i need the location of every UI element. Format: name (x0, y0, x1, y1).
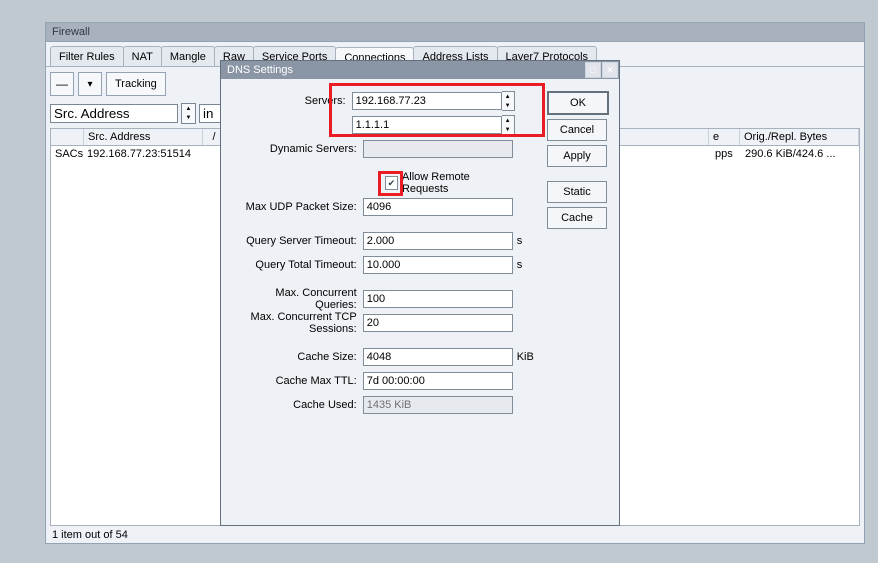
label-cache-max-ttl: Cache Max TTL: (235, 375, 363, 387)
chevron-down-icon: ▼ (502, 125, 514, 134)
row-query-server-timeout: Query Server Timeout: s (235, 231, 537, 251)
label-max-udp: Max UDP Packet Size: (235, 201, 363, 213)
row-servers-1: Servers: ▲▼ (235, 91, 537, 111)
unit-seconds: s (513, 235, 537, 247)
chevron-down-icon: ▼ (502, 101, 514, 110)
row-max-concurrent-tcp: Max. Concurrent TCP Sessions: (235, 313, 537, 333)
dns-body: Servers: ▲▼ ▲▼ Dynamic Se (221, 79, 619, 531)
dynamic-servers-input (363, 140, 513, 158)
dns-titlebar[interactable]: DNS Settings □ ✕ (221, 61, 619, 79)
label-max-concurrent-tcp: Max. Concurrent TCP Sessions: (235, 311, 363, 335)
th-blank[interactable] (51, 129, 84, 145)
th-e[interactable]: e (709, 129, 740, 145)
chevron-up-icon: ▲ (502, 92, 514, 101)
servers-input-2[interactable] (352, 116, 502, 134)
cache-button[interactable]: Cache (547, 207, 607, 229)
row-max-concurrent-queries: Max. Concurrent Queries: (235, 289, 537, 309)
static-button[interactable]: Static (547, 181, 607, 203)
label-allow-remote: Allow Remote Requests (402, 171, 509, 195)
query-total-timeout-input[interactable] (363, 256, 513, 274)
row-max-udp: Max UDP Packet Size: (235, 197, 537, 217)
row-allow-remote: ✔ Allow Remote Requests (235, 173, 537, 193)
th-src-address[interactable]: Src. Address (84, 129, 203, 145)
max-concurrent-tcp-input[interactable] (363, 314, 513, 332)
funnel-icon: ▾ (87, 79, 92, 90)
dns-form: Servers: ▲▼ ▲▼ Dynamic Se (235, 91, 537, 419)
label-cache-size: Cache Size: (235, 351, 363, 363)
label-cache-used: Cache Used: (235, 399, 363, 411)
dns-settings-dialog: DNS Settings □ ✕ Servers: ▲▼ (220, 60, 620, 526)
row-query-total-timeout: Query Total Timeout: s (235, 255, 537, 275)
tab-nat[interactable]: NAT (123, 46, 162, 66)
cell-src: 192.168.77.23:51514 (83, 146, 215, 162)
servers-input-1[interactable] (352, 92, 502, 110)
chevron-down-icon: ▼ (182, 114, 195, 124)
apply-button[interactable]: Apply (547, 145, 607, 167)
row-cache-used: Cache Used: (235, 395, 537, 415)
close-icon: ✕ (606, 66, 614, 75)
unit-seconds: s (513, 259, 537, 271)
tracking-button[interactable]: Tracking (106, 72, 166, 96)
tab-filter-rules[interactable]: Filter Rules (50, 46, 124, 66)
row-servers-2: ▲▼ (235, 115, 537, 135)
chevron-up-icon: ▲ (182, 104, 195, 114)
label-servers: Servers: (235, 95, 352, 107)
cell-bytes: 290.6 KiB/424.6 ... (741, 146, 859, 162)
cache-max-ttl-input[interactable] (363, 372, 513, 390)
filter-field-select[interactable] (50, 104, 178, 123)
ok-button[interactable]: OK (547, 91, 609, 115)
label-dynamic-servers: Dynamic Servers: (235, 143, 363, 155)
servers-stepper-1[interactable]: ▲▼ (502, 91, 515, 111)
tab-mangle[interactable]: Mangle (161, 46, 215, 66)
minus-icon: — (56, 77, 68, 91)
square-icon: □ (590, 66, 595, 75)
label-query-server-timeout: Query Server Timeout: (235, 235, 363, 247)
servers-stepper-2[interactable]: ▲▼ (502, 115, 515, 135)
query-server-timeout-input[interactable] (363, 232, 513, 250)
firewall-title: Firewall (46, 23, 864, 42)
close-button[interactable]: ✕ (602, 62, 618, 78)
allow-remote-checkbox[interactable]: ✔ (385, 176, 398, 190)
label-query-total-timeout: Query Total Timeout: (235, 259, 363, 271)
label-max-concurrent-queries: Max. Concurrent Queries: (235, 287, 363, 311)
unit-kib: KiB (513, 351, 537, 363)
cache-size-input[interactable] (363, 348, 513, 366)
pin-button[interactable]: □ (585, 62, 601, 78)
screenshot-root: Firewall Filter Rules NAT Mangle Raw Ser… (0, 0, 878, 563)
th-orig-repl-bytes[interactable]: Orig./Repl. Bytes (740, 129, 859, 145)
cell-tag: SACs (51, 146, 83, 162)
row-cache-size: Cache Size: KiB (235, 347, 537, 367)
cell-e: pps (711, 146, 741, 162)
row-dynamic-servers: Dynamic Servers: (235, 139, 537, 159)
filter-button[interactable]: ▾ (78, 72, 102, 96)
chevron-up-icon: ▲ (502, 116, 514, 125)
cancel-button[interactable]: Cancel (547, 119, 607, 141)
cache-used-input (363, 396, 513, 414)
filter-field-stepper[interactable]: ▲ ▼ (181, 103, 196, 124)
row-cache-max-ttl: Cache Max TTL: (235, 371, 537, 391)
dns-title-text: DNS Settings (227, 64, 293, 76)
max-concurrent-queries-input[interactable] (363, 290, 513, 308)
remove-button[interactable]: — (50, 72, 74, 96)
max-udp-input[interactable] (363, 198, 513, 216)
dns-side-buttons: OK Cancel Apply Static Cache (547, 91, 609, 229)
dns-titlebar-buttons: □ ✕ (585, 62, 618, 78)
